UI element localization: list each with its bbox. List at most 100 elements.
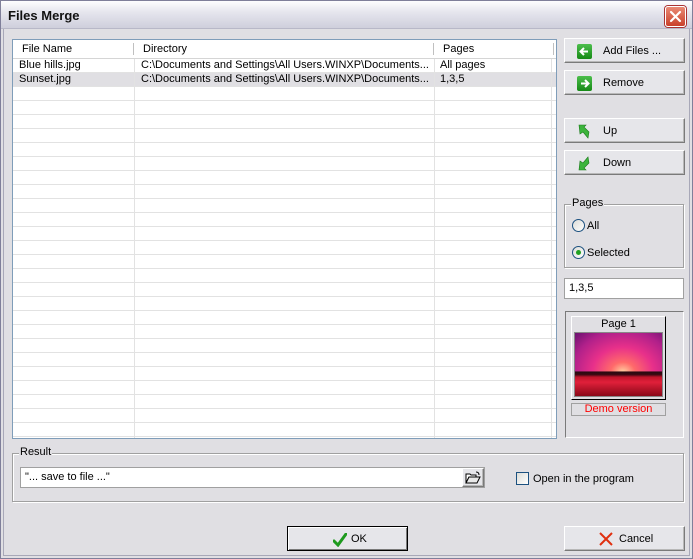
pages-group-label: Pages (571, 197, 605, 209)
arrow-right-icon (577, 76, 592, 91)
list-rows: Blue hills.jpg C:\Documents and Settings… (13, 59, 556, 438)
open-folder-icon (465, 471, 481, 484)
files-merge-dialog: Files Merge File Name Directory Pages Bl… (0, 0, 693, 559)
page-range-input[interactable]: 1,3,5 (564, 278, 684, 299)
arrow-up-icon (577, 124, 592, 139)
column-header-pages[interactable]: Pages (434, 40, 554, 58)
title-bar[interactable]: Files Merge (1, 1, 692, 29)
up-button[interactable]: Up (564, 118, 685, 143)
file-list[interactable]: File Name Directory Pages Blue hills.jpg… (12, 39, 557, 439)
empty-cell (135, 283, 435, 296)
radio-selected[interactable]: Selected (572, 246, 630, 259)
cell-directory: C:\Documents and Settings\All Users.WINX… (135, 59, 435, 72)
ok-label: OK (351, 533, 367, 545)
empty-cell (135, 227, 435, 240)
cancel-button[interactable]: Cancel (564, 526, 685, 551)
empty-list-row (13, 353, 556, 367)
empty-cell (435, 367, 552, 380)
empty-cell (435, 395, 552, 408)
empty-list-row (13, 269, 556, 283)
empty-cell (435, 143, 552, 156)
empty-list-row (13, 143, 556, 157)
add-files-button[interactable]: Add Files ... (564, 38, 685, 63)
empty-cell (135, 269, 435, 282)
empty-cell (13, 395, 135, 408)
empty-list-row (13, 185, 556, 199)
ok-button[interactable]: OK (287, 526, 408, 551)
empty-cell (435, 297, 552, 310)
empty-list-row (13, 367, 556, 381)
empty-list-row (13, 241, 556, 255)
cancel-label: Cancel (619, 533, 654, 545)
empty-cell (13, 87, 135, 100)
preview-panel: Page 1 Demo version (565, 311, 684, 438)
radio-all[interactable]: All (572, 219, 599, 232)
empty-cell (135, 311, 435, 324)
empty-cell (13, 325, 135, 338)
empty-cell (135, 171, 435, 184)
down-button[interactable]: Down (564, 150, 685, 175)
empty-cell (13, 297, 135, 310)
cell-file-name: Sunset.jpg (13, 73, 135, 86)
checkmark-icon (333, 533, 347, 547)
result-group-label: Result (19, 446, 53, 458)
empty-cell (13, 185, 135, 198)
empty-list-row (13, 311, 556, 325)
empty-cell (435, 283, 552, 296)
empty-cell (435, 157, 552, 170)
demo-version-label: Demo version (571, 403, 666, 416)
empty-list-row (13, 115, 556, 129)
empty-cell (135, 255, 435, 268)
remove-button[interactable]: Remove (564, 70, 685, 95)
empty-list-row (13, 297, 556, 311)
empty-cell (135, 143, 435, 156)
cell-pages: 1,3,5 (435, 73, 552, 86)
empty-list-row (13, 339, 556, 353)
page-label: Page 1 (601, 318, 636, 330)
up-label: Up (603, 125, 618, 137)
empty-cell (13, 213, 135, 226)
empty-cell (135, 213, 435, 226)
output-file-input[interactable]: "... save to file ..." (20, 467, 485, 488)
list-row[interactable]: Blue hills.jpg C:\Documents and Settings… (13, 59, 556, 73)
empty-cell (135, 437, 435, 438)
empty-cell (13, 241, 135, 254)
close-button[interactable] (665, 6, 686, 27)
result-group: Result "... save to file ..." Open in th… (12, 446, 684, 502)
browse-button[interactable] (462, 468, 484, 487)
radio-circle (572, 219, 585, 232)
empty-cell (435, 339, 552, 352)
empty-cell (435, 255, 552, 268)
empty-list-row (13, 381, 556, 395)
empty-cell (135, 101, 435, 114)
empty-cell (135, 367, 435, 380)
add-files-label: Add Files ... (603, 45, 662, 57)
arrow-left-icon (577, 44, 592, 59)
cell-directory: C:\Documents and Settings\All Users.WINX… (135, 73, 435, 86)
open-in-program-label: Open in the program (533, 473, 634, 485)
empty-cell (435, 185, 552, 198)
empty-cell (135, 325, 435, 338)
page-thumbnail[interactable]: Page 1 (571, 316, 666, 400)
column-header-file-name[interactable]: File Name (13, 40, 134, 58)
column-header-directory[interactable]: Directory (134, 40, 434, 58)
empty-list-row (13, 171, 556, 185)
list-row-selected[interactable]: Sunset.jpg C:\Documents and Settings\All… (13, 73, 556, 87)
empty-list-row (13, 325, 556, 339)
empty-cell (435, 353, 552, 366)
arrow-down-icon (577, 156, 592, 171)
empty-cell (135, 157, 435, 170)
empty-list-row (13, 129, 556, 143)
empty-cell (435, 227, 552, 240)
empty-list-row (13, 101, 556, 115)
empty-cell (435, 129, 552, 142)
open-in-program-checkbox[interactable] (516, 472, 529, 485)
empty-cell (13, 143, 135, 156)
cell-file-name: Blue hills.jpg (13, 59, 135, 72)
empty-list-row (13, 409, 556, 423)
remove-label: Remove (603, 77, 644, 89)
empty-cell (435, 423, 552, 436)
empty-cell (135, 87, 435, 100)
empty-cell (13, 311, 135, 324)
empty-list-row (13, 213, 556, 227)
